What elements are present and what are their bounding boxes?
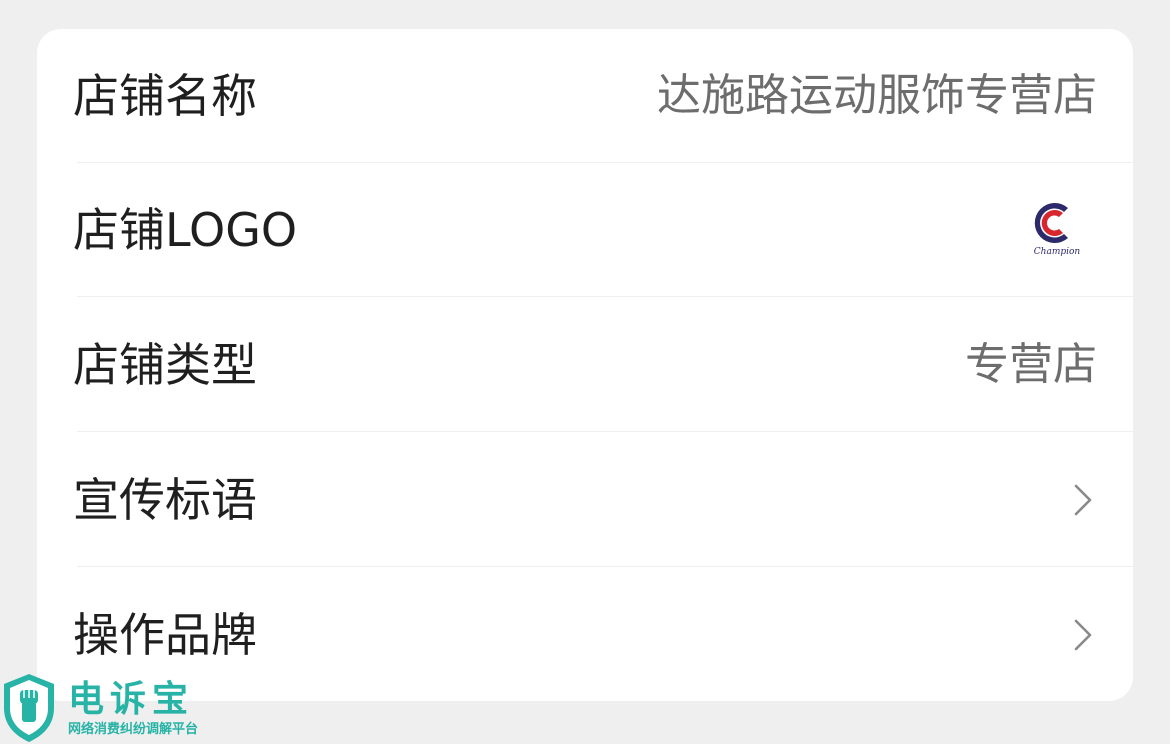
row-store-type: 店铺类型 专营店 bbox=[37, 298, 1133, 432]
divider bbox=[77, 296, 1133, 297]
row-store-name: 店铺名称 达施路运动服饰专营店 bbox=[37, 29, 1133, 163]
watermark-title: 电诉宝 bbox=[68, 679, 195, 720]
store-logo-label: 店铺LOGO bbox=[73, 203, 298, 257]
store-name-label: 店铺名称 bbox=[73, 69, 257, 123]
store-logo-image[interactable]: Champion bbox=[1027, 199, 1087, 261]
row-store-logo[interactable]: 店铺LOGO Champion bbox=[37, 163, 1133, 297]
chevron-right-icon[interactable] bbox=[1073, 618, 1093, 652]
store-info-card: 店铺名称 达施路运动服饰专营店 店铺LOGO Champion 店铺类型 专营店… bbox=[37, 29, 1133, 701]
chevron-right-icon[interactable] bbox=[1073, 483, 1093, 517]
divider bbox=[77, 431, 1133, 432]
divider bbox=[77, 566, 1133, 567]
store-name-value: 达施路运动服饰专营店 bbox=[657, 70, 1097, 121]
store-type-value: 专营店 bbox=[965, 339, 1097, 390]
champion-logo-icon bbox=[1034, 203, 1068, 243]
store-type-label: 店铺类型 bbox=[73, 338, 257, 392]
row-slogan[interactable]: 宣传标语 bbox=[37, 433, 1133, 567]
watermark-subtitle: 网络消费纠纷调解平台 bbox=[68, 722, 199, 737]
logo-wordmark: Champion bbox=[1033, 247, 1081, 257]
slogan-label: 宣传标语 bbox=[73, 473, 257, 527]
